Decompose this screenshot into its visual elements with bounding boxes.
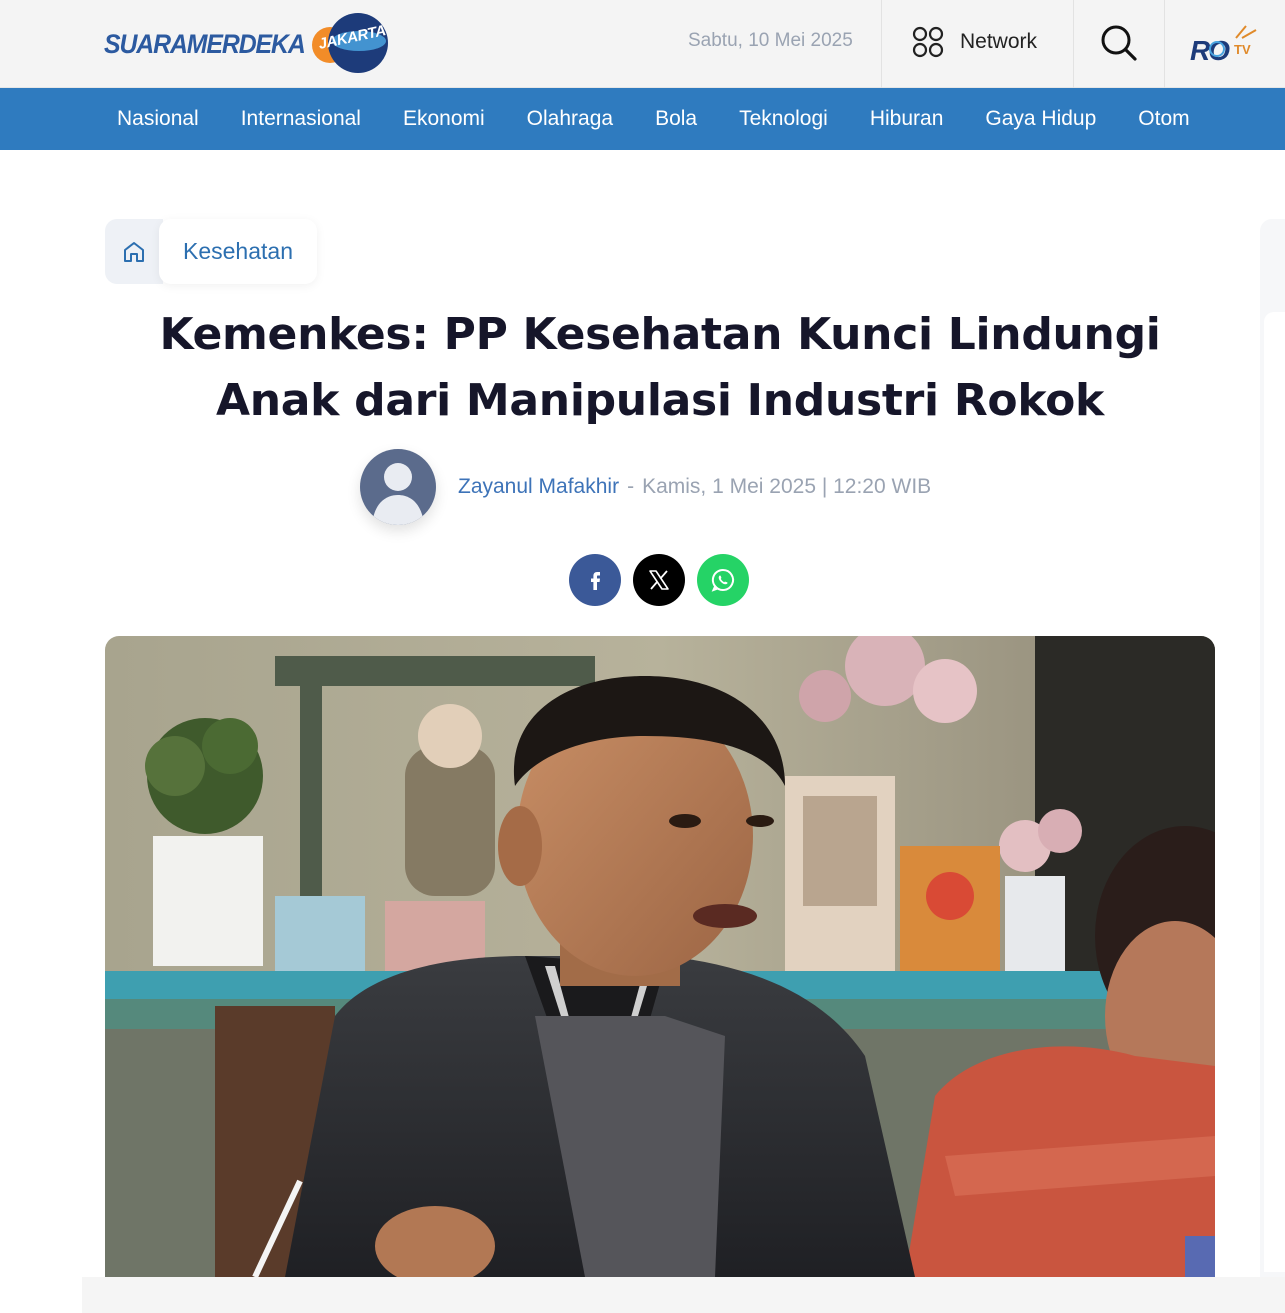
nav-item-ekonomi[interactable]: Ekonomi — [382, 107, 506, 131]
logo-badge: JAKARTA — [312, 13, 394, 75]
share-facebook-button[interactable] — [569, 554, 621, 606]
grid-circles-icon — [912, 26, 944, 58]
main-navigation: Nasional Internasional Ekonomi Olahraga … — [0, 88, 1285, 150]
nav-item-olahraga[interactable]: Olahraga — [506, 107, 634, 131]
publish-datetime: Kamis, 1 Mei 2025 | 12:20 WIB — [642, 475, 932, 498]
facebook-icon — [591, 572, 600, 590]
nav-item-bola[interactable]: Bola — [634, 107, 718, 131]
network-label: Network — [960, 30, 1038, 53]
nav-item-gaya-hidup[interactable]: Gaya Hidup — [964, 107, 1117, 131]
nav-item-hiburan[interactable]: Hiburan — [849, 107, 965, 131]
divider — [881, 0, 882, 88]
author-meta: Zayanul Mafakhir - Kamis, 1 Mei 2025 | 1… — [458, 475, 931, 499]
hero-photo — [105, 636, 1215, 1277]
top-bar: SUARAMERDEKA JAKARTA Sabtu, 10 Mei 2025 … — [0, 0, 1285, 88]
nav-item-internasional[interactable]: Internasional — [220, 107, 382, 131]
nav-item-teknologi[interactable]: Teknologi — [718, 107, 849, 131]
author-avatar[interactable] — [360, 449, 436, 525]
breadcrumb-home[interactable] — [105, 219, 163, 284]
current-date: Sabtu, 10 Mei 2025 — [688, 30, 853, 51]
x-icon — [649, 570, 669, 590]
site-logo[interactable]: SUARAMERDEKA JAKARTA — [104, 13, 394, 75]
divider — [1164, 0, 1165, 88]
whatsapp-icon — [711, 568, 735, 592]
breadcrumb: Kesehatan — [105, 219, 317, 284]
divider — [1073, 0, 1074, 88]
article-title: Kemenkes: PP Kesehatan Kunci Lindungi An… — [159, 309, 1161, 426]
sidebar-edge-card — [1264, 312, 1285, 1272]
search-icon — [1101, 25, 1137, 61]
logo-wordmark: SUARAMERDEKA — [104, 28, 306, 59]
author-name[interactable]: Zayanul Mafakhir — [458, 475, 619, 499]
home-icon — [124, 241, 144, 262]
share-buttons — [569, 554, 749, 606]
search-button[interactable] — [1098, 22, 1140, 64]
breadcrumb-category[interactable]: Kesehatan — [159, 219, 317, 284]
rotv-logo-icon: RO TV — [1190, 25, 1257, 66]
svg-text:TV: TV — [1234, 42, 1251, 57]
bottom-strip — [82, 1277, 1285, 1313]
nav-item-nasional[interactable]: Nasional — [96, 107, 220, 131]
partner-logo[interactable]: RO TV — [1190, 20, 1260, 68]
user-placeholder-icon — [360, 449, 436, 525]
nav-item-otomotif[interactable]: Otom — [1117, 107, 1210, 131]
share-whatsapp-button[interactable] — [697, 554, 749, 606]
share-x-button[interactable] — [633, 554, 685, 606]
byline-separator: - — [627, 475, 635, 498]
article-hero-image — [105, 636, 1215, 1277]
nav-list: Nasional Internasional Ekonomi Olahraga … — [96, 88, 1211, 150]
article-byline: Zayanul Mafakhir - Kamis, 1 Mei 2025 | 1… — [360, 449, 931, 525]
network-button[interactable]: Network — [912, 26, 1037, 58]
